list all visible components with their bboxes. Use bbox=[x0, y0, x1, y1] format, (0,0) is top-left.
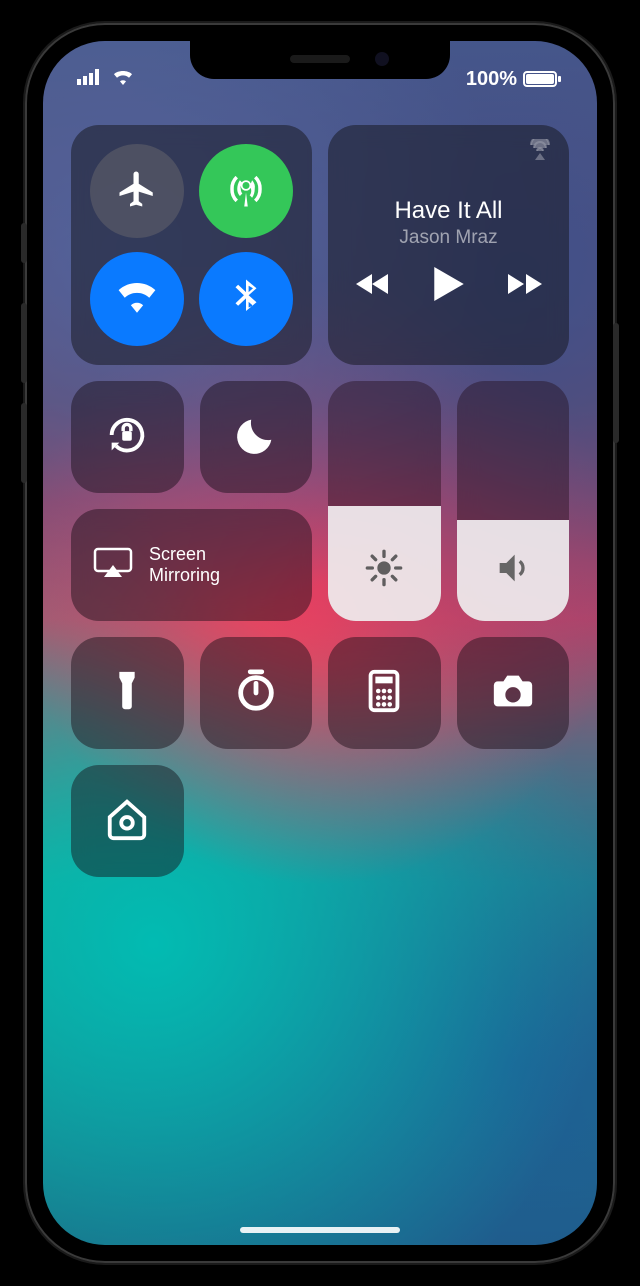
screen-mirroring-label-2: Mirroring bbox=[149, 565, 220, 586]
do-not-disturb-toggle[interactable] bbox=[200, 381, 313, 493]
camera-button[interactable] bbox=[457, 637, 570, 749]
mute-switch bbox=[21, 223, 27, 263]
screen-mirroring-label-1: Screen bbox=[149, 544, 220, 565]
timer-button[interactable] bbox=[200, 637, 313, 749]
play-button[interactable] bbox=[434, 267, 464, 306]
previous-track-button[interactable] bbox=[356, 272, 390, 301]
orientation-lock-toggle[interactable] bbox=[71, 381, 184, 493]
now-playing-title: Have It All bbox=[394, 197, 502, 225]
airplay-audio-icon bbox=[527, 139, 553, 166]
cellular-signal-icon bbox=[77, 68, 103, 91]
calculator-icon bbox=[361, 668, 407, 719]
moon-icon bbox=[233, 412, 279, 463]
brightness-fill bbox=[328, 506, 441, 621]
screen: 100% bbox=[43, 41, 597, 1245]
timer-icon bbox=[233, 668, 279, 719]
cellular-data-toggle[interactable] bbox=[199, 144, 293, 238]
connectivity-module[interactable] bbox=[71, 125, 312, 365]
home-indicator[interactable] bbox=[240, 1227, 400, 1233]
volume-up-button bbox=[21, 303, 27, 383]
now-playing-artist: Jason Mraz bbox=[399, 227, 497, 249]
next-track-button[interactable] bbox=[508, 272, 542, 301]
phone-frame: 100% bbox=[25, 23, 615, 1263]
airplay-video-icon bbox=[93, 547, 133, 584]
flashlight-button[interactable] bbox=[71, 637, 184, 749]
wifi-status-icon bbox=[111, 67, 135, 91]
battery-icon bbox=[523, 71, 557, 87]
notch bbox=[190, 41, 450, 79]
bluetooth-icon bbox=[225, 276, 267, 323]
brightness-slider[interactable] bbox=[328, 381, 441, 621]
power-button bbox=[613, 323, 619, 443]
cellular-antenna-icon bbox=[225, 168, 267, 215]
home-icon bbox=[104, 796, 150, 847]
volume-icon bbox=[493, 548, 533, 593]
airplane-mode-toggle[interactable] bbox=[90, 144, 184, 238]
volume-fill bbox=[457, 520, 570, 621]
orientation-lock-icon bbox=[104, 412, 150, 463]
brightness-icon bbox=[364, 548, 404, 593]
screen-mirroring-button[interactable]: Screen Mirroring bbox=[71, 509, 312, 621]
camera-icon bbox=[490, 668, 536, 719]
control-center: Have It All Jason Mraz bbox=[71, 125, 569, 877]
flashlight-icon bbox=[104, 668, 150, 719]
volume-down-button bbox=[21, 403, 27, 483]
calculator-button[interactable] bbox=[328, 637, 441, 749]
now-playing-module[interactable]: Have It All Jason Mraz bbox=[328, 125, 569, 365]
wifi-icon bbox=[116, 276, 158, 323]
home-button[interactable] bbox=[71, 765, 184, 877]
airplane-icon bbox=[116, 168, 158, 215]
wifi-toggle[interactable] bbox=[90, 252, 184, 346]
bluetooth-toggle[interactable] bbox=[199, 252, 293, 346]
battery-percent-label: 100% bbox=[466, 68, 517, 91]
volume-slider[interactable] bbox=[457, 381, 570, 621]
